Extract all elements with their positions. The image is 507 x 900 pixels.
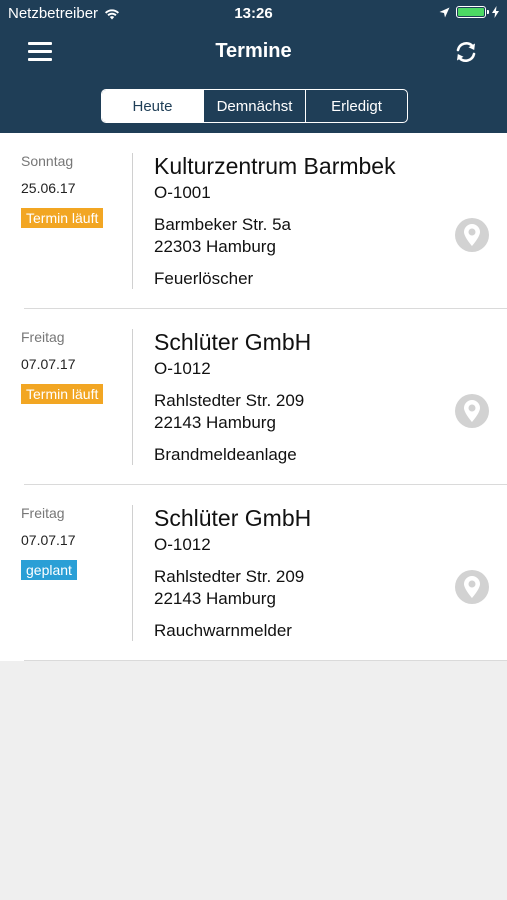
address-city: 22143 Hamburg xyxy=(154,589,276,608)
row-separator xyxy=(24,660,507,661)
divider xyxy=(132,329,133,465)
appointment-day: Freitag xyxy=(21,505,65,521)
address-city: 22303 Hamburg xyxy=(154,237,276,256)
address-street: Rahlstedter Str. 209 xyxy=(154,391,305,410)
service-type: Rauchwarnmelder xyxy=(154,621,292,640)
address-street: Rahlstedter Str. 209 xyxy=(154,567,305,586)
appointment-date: 07.07.17 xyxy=(21,356,76,372)
service-type: Feuerlöscher xyxy=(154,269,254,288)
address-street: Barmbeker Str. 5a xyxy=(154,215,292,234)
service-type: Brandmeldeanlage xyxy=(154,445,297,464)
appointment-day: Sonntag xyxy=(21,153,74,169)
appointment-date: 07.07.17 xyxy=(21,532,76,548)
object-code: O-1012 xyxy=(154,359,211,378)
appointment-list: Sonntag 25.06.17 Termin läuft Kulturzent… xyxy=(0,133,507,661)
tab-demnaechst[interactable]: Demnächst xyxy=(203,90,305,122)
appointment-card[interactable]: Sonntag 25.06.17 Termin läuft Kulturzent… xyxy=(0,133,507,309)
appointment-card[interactable]: Freitag 07.07.17 Termin läuft Schlüter G… xyxy=(0,309,507,485)
status-badge: Termin läuft xyxy=(21,208,104,228)
appointment-card[interactable]: Freitag 07.07.17 geplant Schlüter GmbH O… xyxy=(0,485,507,661)
divider xyxy=(132,153,133,289)
charging-bolt-icon xyxy=(492,6,499,18)
status-right xyxy=(439,6,499,18)
map-pin-icon[interactable] xyxy=(455,218,489,252)
appointment-day: Freitag xyxy=(21,329,65,345)
status-bar: Netzbetreiber 13:26 xyxy=(0,0,507,28)
navigation-bar: Termine Heute Demnächst Erledigt xyxy=(0,28,507,133)
map-pin-icon[interactable] xyxy=(455,570,489,604)
map-pin-icon[interactable] xyxy=(455,394,489,428)
customer-name: Schlüter GmbH xyxy=(154,505,312,531)
status-badge: Termin läuft xyxy=(21,384,104,404)
status-badge: geplant xyxy=(21,560,77,580)
tab-heute[interactable]: Heute xyxy=(102,90,203,122)
page-title: Termine xyxy=(215,40,292,62)
object-code: O-1012 xyxy=(154,535,211,554)
object-code: O-1001 xyxy=(154,183,211,202)
address-city: 22143 Hamburg xyxy=(154,413,276,432)
divider xyxy=(132,505,133,641)
status-time: 13:26 xyxy=(234,5,273,22)
customer-name: Kulturzentrum Barmbek xyxy=(154,153,396,179)
battery-icon xyxy=(456,6,489,18)
location-arrow-icon xyxy=(439,7,450,17)
customer-name: Schlüter GmbH xyxy=(154,329,312,355)
tab-erledigt[interactable]: Erledigt xyxy=(305,90,407,122)
sync-icon[interactable] xyxy=(453,39,479,65)
appointment-date: 25.06.17 xyxy=(21,180,76,196)
segmented-control: Heute Demnächst Erledigt xyxy=(101,89,408,123)
